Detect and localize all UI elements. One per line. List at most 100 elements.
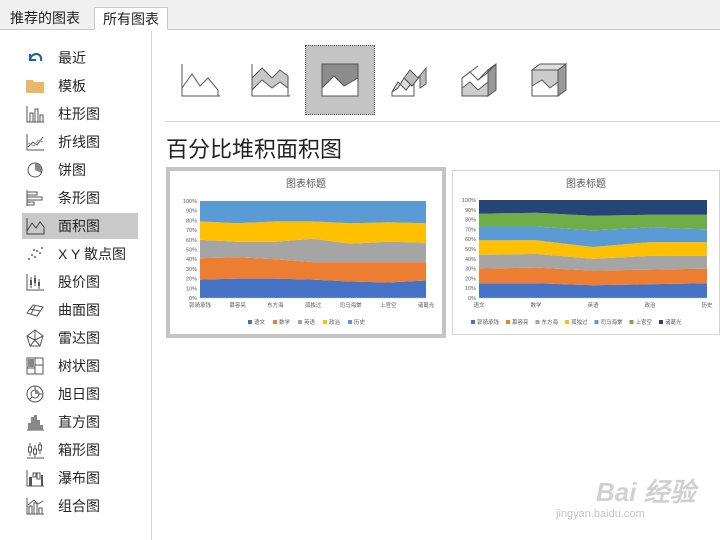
surface-chart-icon: [24, 300, 46, 320]
sidebar-item-label: 最近: [58, 50, 86, 66]
box-whisker-chart-icon: [24, 440, 46, 460]
chart-type-tabbar: 推荐的图表 所有图表: [0, 0, 720, 30]
y-tick-label: 50%: [186, 248, 197, 254]
legend-label: 司马海棠: [601, 318, 624, 326]
sidebar-item-label: 条形图: [58, 190, 100, 206]
chart-title: 图表标题: [286, 177, 326, 190]
sidebar-item-treemap[interactable]: 树状图: [22, 353, 138, 379]
radar-chart-icon: [24, 328, 46, 348]
y-tick-label: 0%: [189, 296, 197, 302]
baidu-watermark: Bai 经验 jingyan.baidu.com: [556, 468, 706, 528]
bar-chart-icon: [24, 188, 46, 208]
sidebar-item-label: 箱形图: [58, 442, 100, 458]
x-tick-label: 英语: [587, 301, 599, 309]
chart-preview-alternate[interactable]: 图表标题 0% 10% 20% 30% 40% 50% 60% 70% 80% 90% 100% 语文 数…: [452, 170, 720, 335]
x-tick-label: 数学: [530, 301, 542, 309]
recent-icon: [24, 48, 46, 68]
sidebar-item-column[interactable]: 柱形图: [22, 101, 138, 127]
subtype-3d-area-button[interactable]: [375, 45, 445, 115]
chart-subtype-gallery: [165, 42, 720, 122]
legend-swatch: [323, 320, 327, 324]
legend-swatch: [248, 320, 252, 324]
subtype-area-button[interactable]: [165, 45, 235, 115]
subtype-3d-percent-stacked-area-button[interactable]: [515, 45, 585, 115]
watermark-logo-text: Bai 经验: [596, 477, 696, 507]
y-tick-label: 90%: [465, 208, 476, 214]
y-tick-label: 60%: [465, 237, 476, 243]
legend-swatch: [535, 320, 540, 324]
sidebar-item-sunburst[interactable]: 旭日图: [22, 381, 138, 407]
y-tick-label: 10%: [465, 286, 476, 292]
chart-type-title: 百分比堆积面积图: [166, 137, 343, 162]
sidebar-item-bar[interactable]: 条形图: [22, 185, 138, 211]
sidebar-item-histogram[interactable]: 直方图: [22, 409, 138, 435]
sidebar-item-label: 直方图: [58, 414, 100, 430]
legend-swatch: [506, 320, 510, 324]
3d-stacked-area-icon: [461, 63, 497, 97]
subtype-stacked-area-button[interactable]: [235, 45, 305, 115]
legend-label: 历史: [354, 318, 366, 326]
watermark-url: jingyan.baidu.com: [556, 508, 645, 520]
sidebar-item-recent[interactable]: 最近: [22, 45, 138, 71]
legend-label: 郭骑承钱: [477, 318, 500, 326]
y-tick-label: 40%: [186, 257, 197, 263]
x-tick-label: 东方海: [267, 301, 284, 309]
legend-swatch: [471, 320, 475, 324]
y-tick-label: 80%: [465, 218, 476, 224]
sidebar-item-combo[interactable]: 组合图: [22, 493, 138, 519]
sidebar-item-label: 雷达图: [58, 330, 100, 346]
tab-recommended-charts[interactable]: 推荐的图表: [2, 7, 88, 30]
legend-label: 英语: [304, 318, 316, 326]
area-icon: [181, 64, 220, 97]
x-tick-label: 郭骑承钱: [189, 301, 212, 309]
sidebar-item-label: 曲面图: [58, 302, 100, 318]
sidebar-item-scatter[interactable]: X Y 散点图: [22, 241, 138, 267]
sidebar-item-line[interactable]: 折线图: [22, 129, 138, 155]
combo-chart-icon: [24, 496, 46, 516]
3d-area-icon: [391, 66, 427, 97]
legend-label: 语文: [254, 318, 266, 326]
sidebar-item-stock[interactable]: 股价图: [22, 269, 138, 295]
sidebar-item-surface[interactable]: 曲面图: [22, 297, 138, 323]
y-tick-label: 30%: [186, 267, 197, 273]
sidebar-item-box-whisker[interactable]: 箱形图: [22, 437, 138, 463]
y-tick-label: 50%: [465, 247, 476, 253]
pie-chart-icon: [24, 160, 46, 180]
area-series-1: [479, 283, 707, 298]
sidebar-item-pie[interactable]: 饼图: [22, 157, 138, 183]
y-tick-label: 90%: [186, 209, 197, 215]
sidebar-item-label: 组合图: [58, 498, 100, 514]
percent-stacked-area-chart-1: 图表标题 0% 10% 20% 30% 40% 50% 60% 70% 80% 90% 100% 郭骑承…: [183, 177, 435, 326]
sidebar-item-waterfall[interactable]: 瀑布图: [22, 465, 138, 491]
legend-label: 上官空: [636, 318, 653, 326]
stock-chart-icon: [24, 272, 46, 292]
stacked-area-icon: [251, 64, 290, 97]
percent-stacked-area-chart-2: 图表标题 0% 10% 20% 30% 40% 50% 60% 70% 80% 90% 100% 语文 数…: [462, 177, 713, 326]
sidebar-item-label: 饼图: [58, 162, 86, 178]
treemap-chart-icon: [24, 356, 46, 376]
tab-all-charts[interactable]: 所有图表: [94, 7, 168, 30]
sidebar-item-radar[interactable]: 雷达图: [22, 325, 138, 351]
sidebar-item-area[interactable]: 面积图: [22, 213, 138, 239]
y-tick-label: 70%: [465, 227, 476, 233]
sidebar-item-label: 面积图: [58, 218, 100, 234]
y-tick-label: 100%: [183, 199, 197, 205]
legend-swatch: [298, 320, 302, 324]
y-tick-label: 10%: [186, 286, 197, 292]
sidebar-item-label: 瀑布图: [58, 470, 100, 486]
x-tick-label: 历史: [701, 301, 713, 309]
subtype-3d-stacked-area-button[interactable]: [445, 45, 515, 115]
x-tick-label: 上官空: [380, 301, 397, 309]
x-tick-label: 慕容亮: [229, 301, 246, 309]
sidebar-item-label: 柱形图: [58, 106, 100, 122]
sidebar-item-templates[interactable]: 模板: [22, 73, 138, 99]
subtype-percent-stacked-area-button[interactable]: [305, 45, 375, 115]
3d-percent-stacked-area-icon: [530, 63, 568, 97]
legend-swatch: [629, 320, 634, 324]
legend-label: 政治: [329, 318, 341, 326]
sidebar-item-label: 模板: [58, 78, 86, 94]
area-series-5: [200, 201, 426, 224]
waterfall-chart-icon: [24, 468, 46, 488]
sidebar-item-label: 折线图: [58, 134, 100, 150]
chart-preview-selected[interactable]: 图表标题 0% 10% 20% 30% 40% 50% 60% 70% 80% 90% 100% 郭骑承…: [166, 167, 446, 338]
